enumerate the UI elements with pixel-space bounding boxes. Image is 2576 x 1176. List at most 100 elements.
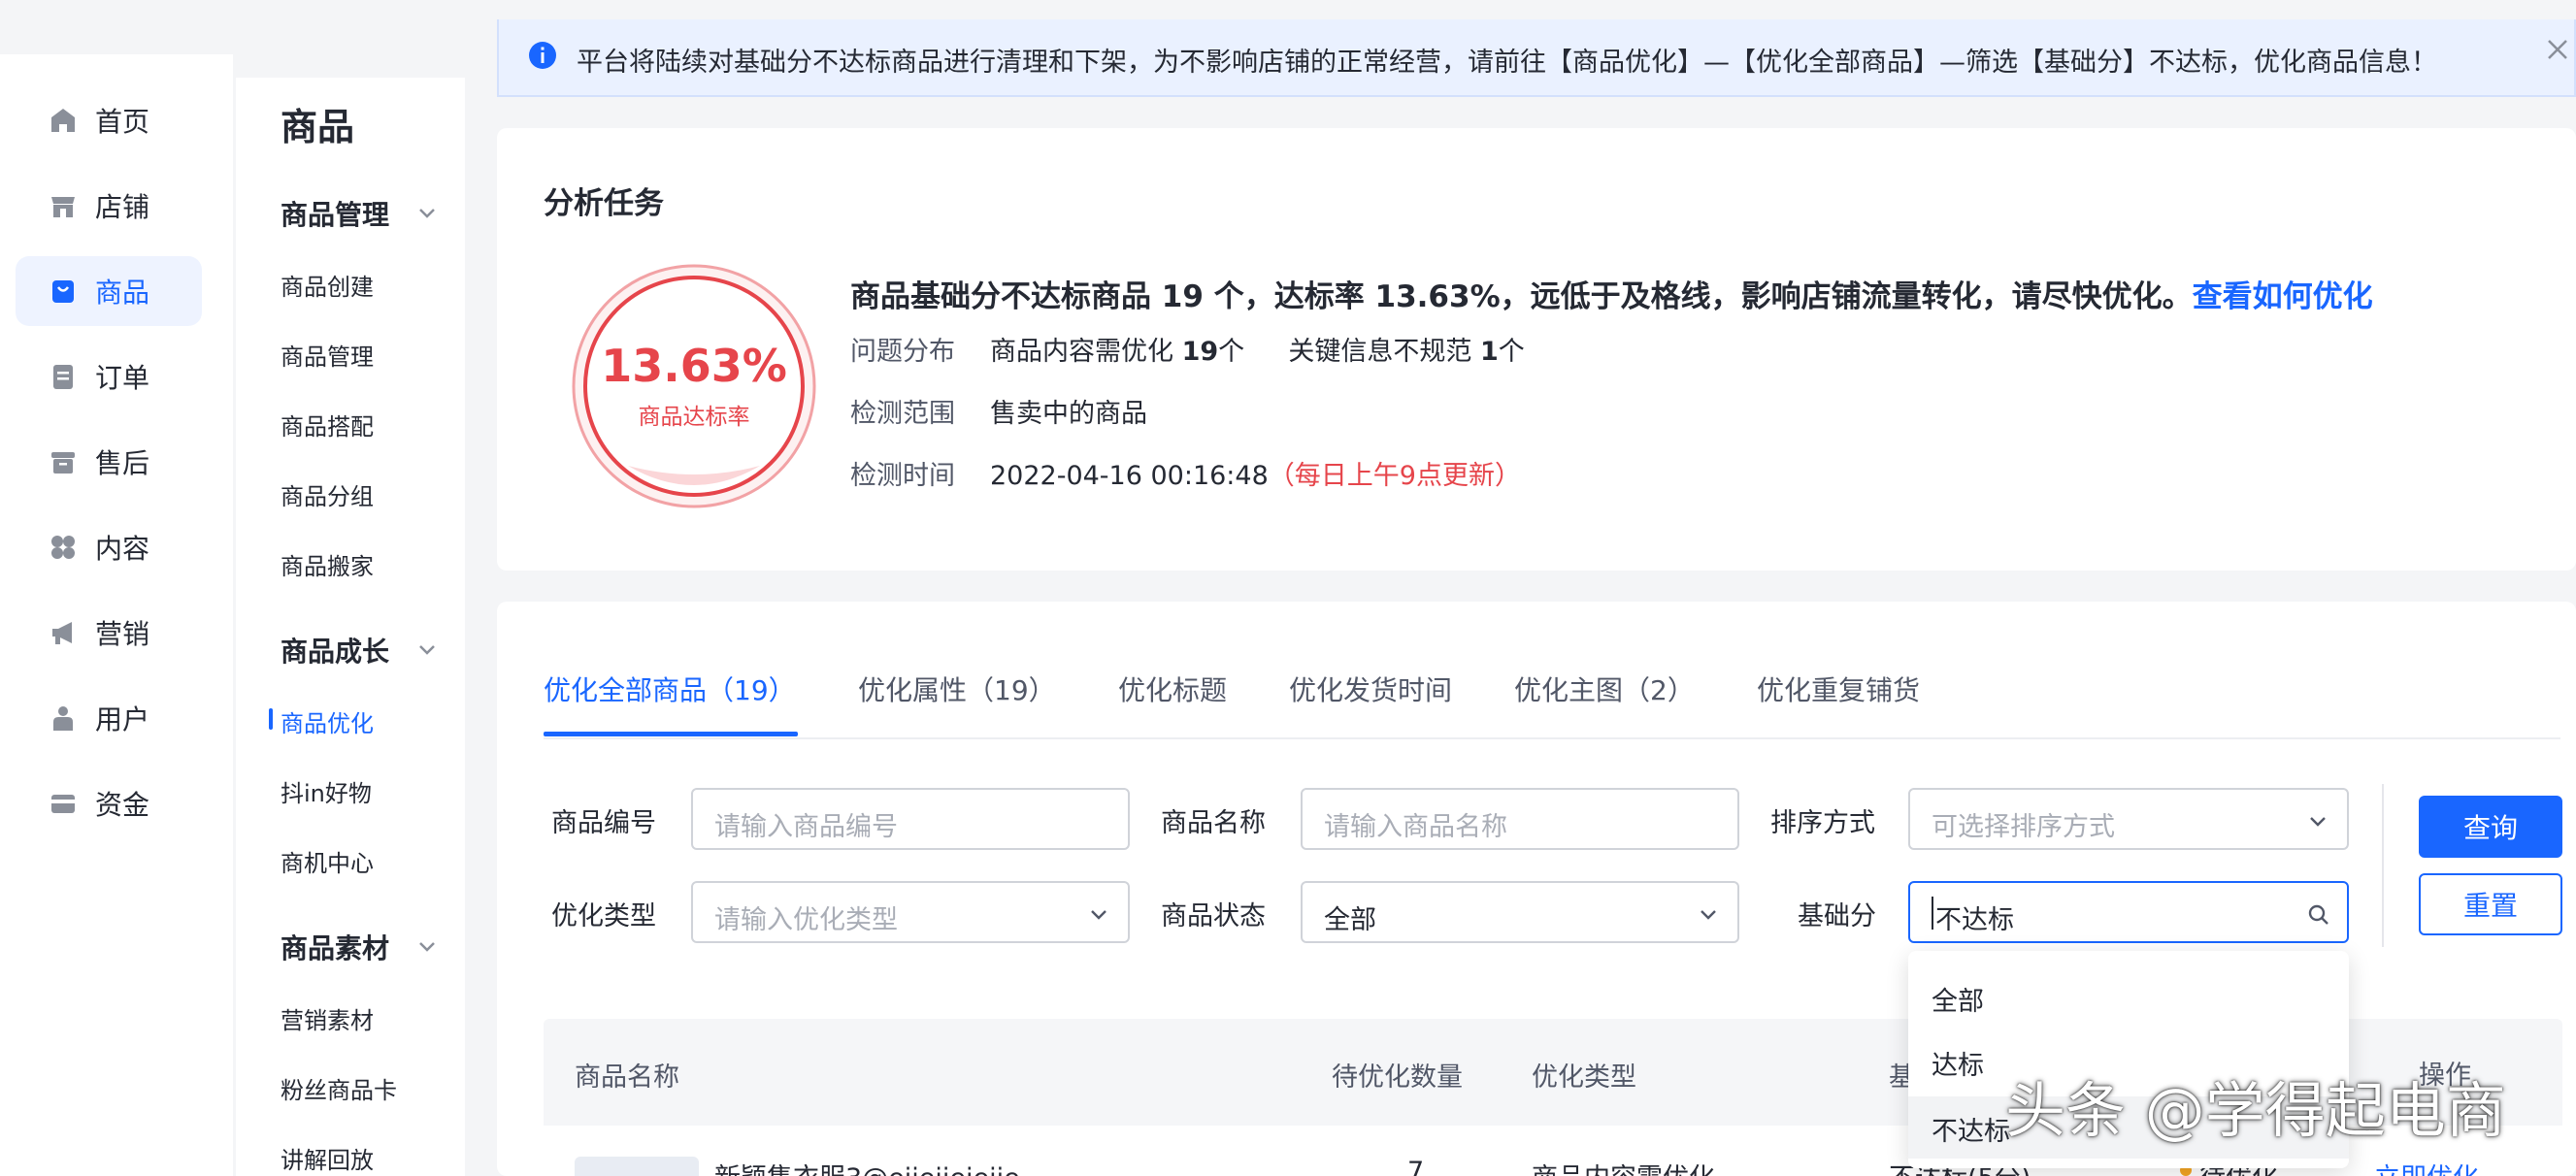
group-title-product-growth[interactable]: 商品成长 — [281, 631, 389, 670]
time-value: 2022-04-16 00:16:48（每日上午9点更新） — [990, 454, 1521, 492]
chevron-down-icon — [1701, 910, 1716, 920]
nav-item-home[interactable]: 首页 — [16, 85, 202, 155]
nav-item-aftersale[interactable]: 售后 — [16, 427, 202, 497]
button-divider — [2382, 784, 2384, 947]
nav-label: 商品 — [95, 277, 150, 309]
product-id-label: 商品编号 — [551, 808, 656, 838]
submenu-item-optimize[interactable]: 商品优化 — [281, 704, 374, 738]
dropdown-option-pass[interactable]: 达标 — [1932, 1044, 1984, 1082]
th-pending-count: 待优化数量 — [1332, 1062, 1463, 1093]
reset-button[interactable]: 重置 — [2419, 873, 2562, 935]
chevron-down-icon — [2310, 817, 2326, 827]
notice-banner: 平台将陆续对基础分不达标商品进行清理和下架，为不影响店铺的正常经营，请前往【商品… — [497, 19, 2576, 97]
secondary-menu: 商品 商品管理 商品创建 商品管理 商品搭配 商品分组 商品搬家 商品成长 商品… — [236, 78, 465, 1176]
chevron-down-icon — [1091, 910, 1106, 920]
problem-a-count: 19 — [1181, 337, 1219, 367]
text-caret — [1932, 897, 1933, 930]
aftersale-icon — [51, 452, 75, 474]
optimize-now-link[interactable]: 立即优化 — [2374, 1157, 2479, 1176]
submenu-item-fan-card[interactable]: 粉丝商品卡 — [281, 1071, 397, 1105]
chevron-down-icon[interactable] — [413, 635, 442, 664]
megaphone-icon — [52, 622, 72, 644]
nav-item-store[interactable]: 店铺 — [16, 171, 202, 241]
how-to-optimize-link[interactable]: 查看如何优化 — [2193, 279, 2373, 314]
nav-item-marketing[interactable]: 营销 — [16, 598, 202, 668]
update-note: （每日上午9点更新） — [1268, 461, 1521, 491]
chevron-down-icon[interactable] — [413, 198, 442, 227]
row-opt-type: 商品内容需优化 — [1532, 1157, 1715, 1176]
opt-type-placeholder: 请输入优化类型 — [714, 905, 898, 935]
nav-label: 订单 — [95, 362, 150, 394]
product-id-input[interactable]: 请输入商品编号 — [691, 788, 1130, 850]
group-title-product-assets[interactable]: 商品素材 — [281, 928, 389, 966]
tabs-divider — [544, 737, 2560, 739]
submenu-title: 商品 — [281, 106, 355, 148]
submenu-item-opportunity[interactable]: 商机中心 — [281, 844, 374, 878]
tab-main-image[interactable]: 优化主图（2） — [1514, 670, 1695, 708]
submenu-item-move[interactable]: 商品搬家 — [281, 547, 374, 581]
problem-a-text: 商品内容需优化 — [990, 337, 1182, 367]
store-icon — [51, 197, 75, 217]
watermark: 头条 @学得起电商 — [2005, 1075, 2506, 1146]
content-icon — [51, 536, 75, 559]
product-id-placeholder: 请输入商品编号 — [714, 812, 898, 842]
tab-duplicate-listing[interactable]: 优化重复铺货 — [1757, 670, 1920, 708]
product-name-input[interactable]: 请输入商品名称 — [1301, 788, 1739, 850]
sort-label: 排序方式 — [1770, 808, 1875, 838]
problem-b-count: 1 — [1479, 337, 1499, 367]
problem-a-unit: 个 — [1218, 337, 1245, 367]
base-score-value: 不达标 — [1935, 905, 2014, 935]
base-score-select[interactable]: 不达标 — [1908, 881, 2349, 943]
nav-item-product[interactable]: 商品 — [16, 256, 202, 326]
nav-item-funds[interactable]: 资金 — [16, 768, 202, 838]
submenu-item-manage[interactable]: 商品管理 — [281, 338, 374, 372]
time-label: 检测时间 — [850, 461, 955, 491]
submenu-item-marketing-assets[interactable]: 营销素材 — [281, 1001, 374, 1035]
search-icon — [2308, 904, 2328, 925]
submenu-item-replay[interactable]: 讲解回放 — [281, 1141, 374, 1175]
nav-label: 售后 — [95, 447, 150, 479]
analysis-card: 分析任务 13.63% 商品达标率 商品基础分不达标商品 19 个，达标率 13… — [497, 128, 2576, 571]
nav-label: 内容 — [95, 533, 150, 565]
problem-b-unit: 个 — [1498, 337, 1525, 367]
tab-title[interactable]: 优化标题 — [1118, 670, 1227, 708]
submenu-item-douin[interactable]: 抖in好物 — [281, 774, 372, 808]
sort-select[interactable]: 可选择排序方式 — [1908, 788, 2349, 850]
scope-label: 检测范围 — [850, 399, 955, 429]
nav-label: 用户 — [95, 703, 150, 735]
submenu-item-create[interactable]: 商品创建 — [281, 268, 374, 302]
group-title-product-management[interactable]: 商品管理 — [281, 194, 389, 233]
nav-label: 首页 — [95, 106, 150, 138]
detect-time: 2022-04-16 00:16:48 — [990, 461, 1269, 491]
tab-all-products[interactable]: 优化全部商品（19） — [544, 670, 796, 708]
active-indicator — [269, 708, 273, 730]
submenu-item-bundle[interactable]: 商品搭配 — [281, 408, 374, 441]
notice-text: 平台将陆续对基础分不达标商品进行清理和下架，为不影响店铺的正常经营，请前往【商品… — [577, 48, 2437, 78]
opt-type-select[interactable]: 请输入优化类型 — [691, 881, 1130, 943]
row-pending-count: 7 — [1407, 1157, 1425, 1176]
problem-label: 问题分布 — [850, 337, 955, 367]
nav-label: 营销 — [95, 618, 150, 650]
problem-b-text: 关键信息不规范 — [1288, 337, 1480, 367]
wallet-icon — [51, 795, 75, 813]
primary-sidebar: 首页 店铺 商品 订单 售后 内容 营销 用户 资金 — [0, 54, 233, 1176]
close-icon[interactable] — [2541, 33, 2574, 66]
home-icon — [51, 109, 75, 132]
product-thumbnail[interactable] — [575, 1157, 699, 1176]
status-select[interactable]: 全部 — [1301, 881, 1739, 943]
nav-item-user[interactable]: 用户 — [16, 683, 202, 753]
chevron-down-icon[interactable] — [413, 931, 442, 961]
summary-body: 商品基础分不达标商品 19 个，达标率 13.63%，远低于及格线，影响店铺流量… — [850, 279, 2193, 314]
nav-label: 资金 — [95, 789, 150, 821]
user-icon — [53, 706, 73, 731]
query-button[interactable]: 查询 — [2419, 796, 2562, 858]
dropdown-option-all[interactable]: 全部 — [1932, 980, 1984, 1018]
nav-item-content[interactable]: 内容 — [16, 512, 202, 582]
base-score-label: 基础分 — [1798, 901, 1876, 931]
row-product-name[interactable]: 新颖售衣服3@ejjejjejejje — [714, 1157, 1020, 1176]
nav-item-order[interactable]: 订单 — [16, 342, 202, 411]
tab-attributes[interactable]: 优化属性（19） — [858, 670, 1056, 708]
tab-shipping-time[interactable]: 优化发货时间 — [1289, 670, 1452, 708]
submenu-item-group[interactable]: 商品分组 — [281, 477, 374, 511]
pass-rate-value: 13.63% — [601, 340, 787, 392]
